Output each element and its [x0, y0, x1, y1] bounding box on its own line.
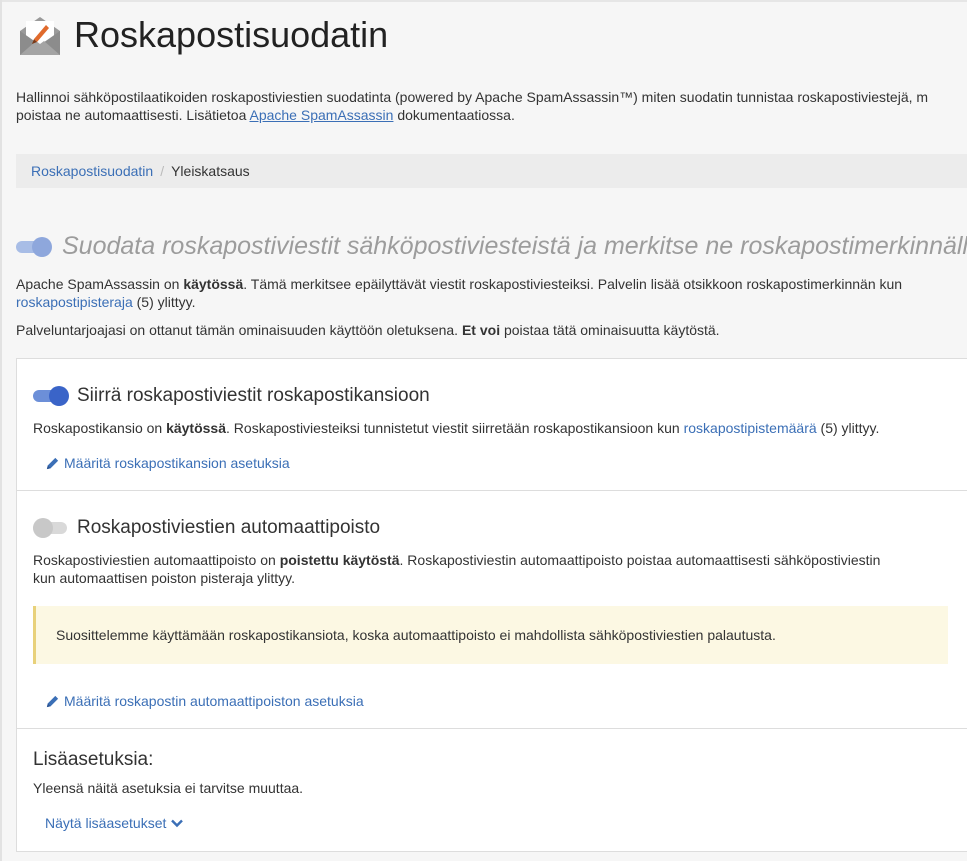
move-enabled-bold: käytössä [166, 420, 227, 436]
autodelete-warning-text: Suosittelemme käyttämään roskapostikansi… [56, 627, 776, 643]
pencil-icon [46, 457, 59, 469]
configure-spam-folder-label: Määritä roskapostikansion asetuksia [64, 455, 290, 471]
status-text-a: Apache SpamAssassin on [16, 276, 184, 292]
status-text-d: (5) ylittyy. [132, 294, 196, 310]
breadcrumb-current: Yleiskatsaus [171, 163, 250, 179]
breadcrumb-separator: / [160, 163, 165, 179]
configure-autodelete-link[interactable]: Määritä roskapostin automaattipoiston as… [45, 693, 364, 709]
settings-panel: Siirrä roskapostiviestit roskapostikansi… [16, 358, 967, 852]
intro-line-2-tail: dokumentaatiossa. [393, 107, 515, 123]
move-section-header: Siirrä roskapostiviestit roskapostikansi… [33, 385, 430, 407]
autodelete-toggle[interactable] [33, 518, 69, 538]
autodelete-section-header: Roskapostiviestien automaattipoisto [33, 517, 380, 539]
intro-line-2-text: poistaa ne automaattisesti. Lisätietoa [16, 107, 250, 123]
more-settings-text: Yleensä näitä asetuksia ei tarvitse muut… [33, 780, 304, 796]
toggle-knob [32, 236, 52, 257]
configure-autodelete-label: Määritä roskapostin automaattipoiston as… [64, 693, 364, 709]
move-to-folder-toggle[interactable] [33, 386, 69, 406]
autodelete-text-c: . Roskapostiviestin automaattipoisto poi… [399, 552, 881, 568]
toggle-knob [33, 518, 53, 538]
breadcrumb: Roskapostisuodatin / Yleiskatsaus [16, 154, 967, 188]
provider-text-c: poistaa tätä ominaisuutta käytöstä. [500, 322, 720, 338]
section-divider [17, 490, 967, 491]
autodelete-disabled-bold: poistettu käytöstä [279, 552, 400, 568]
provider-cannot-bold: Et voi [461, 322, 501, 338]
configure-spam-folder-link[interactable]: Määritä roskapostikansion asetuksia [45, 455, 290, 471]
page-title: Roskapostisuodatin [74, 14, 389, 55]
main-filter-heading: Suodata roskapostiviestit sähköpostivies… [62, 232, 967, 260]
left-divider [0, 0, 2, 861]
move-text-c: . Roskapostiviesteiksi tunnistetut viest… [226, 420, 684, 436]
intro-line-1: Hallinnoi sähköpostilaatikoiden roskapos… [16, 89, 929, 105]
autodelete-line-1: Roskapostiviestien automaattipoisto on p… [33, 551, 880, 569]
intro-line-2: poistaa ne automaattisesti. Lisätietoa A… [16, 106, 967, 124]
status-enabled-bold: käytössä [183, 276, 244, 292]
show-more-settings-link[interactable]: Näytä lisäasetukset [45, 815, 184, 831]
move-text-a: Roskapostikansio on [33, 420, 167, 436]
main-filter-toggle-row: Suodata roskapostiviestit sähköpostivies… [16, 232, 967, 261]
spamassassin-docs-link[interactable]: Apache SpamAssassin [249, 107, 393, 123]
move-text-d: (5) ylittyy. [816, 420, 880, 436]
spam-threshold-link[interactable]: roskapostipisteraja [16, 294, 133, 310]
pencil-icon [46, 695, 59, 707]
more-settings-title: Lisäasetuksia: [33, 749, 154, 770]
page-header: Roskapostisuodatin [16, 8, 388, 62]
status-line-2: roskapostipisteraja (5) ylittyy. [16, 293, 902, 311]
autodelete-text-a: Roskapostiviestien automaattipoisto on [33, 552, 280, 568]
envelope-pen-icon [20, 17, 60, 55]
section-divider [17, 728, 967, 729]
status-text-c: . Tämä merkitsee epäilyttävät viestit ro… [243, 276, 903, 292]
breadcrumb-root[interactable]: Roskapostisuodatin [31, 163, 153, 179]
provider-text-a: Palveluntarjoajasi on ottanut tämän omin… [16, 322, 462, 338]
move-section-text: Roskapostikansio on käytössä. Roskaposti… [33, 419, 879, 437]
intro-text: Hallinnoi sähköpostilaatikoiden roskapos… [16, 88, 967, 124]
top-divider [0, 0, 967, 2]
provider-paragraph: Palveluntarjoajasi on ottanut tämän omin… [16, 321, 720, 339]
autodelete-warning: Suosittelemme käyttämään roskapostikansi… [33, 606, 948, 664]
autodelete-section-title: Roskapostiviestien automaattipoisto [77, 517, 381, 538]
autodelete-line-2: kun automaattisen poiston pisteraja ylit… [33, 570, 295, 586]
status-line-1: Apache SpamAssassin on käytössä. Tämä me… [16, 275, 902, 293]
main-filter-toggle [16, 236, 52, 257]
show-more-settings-label: Näytä lisäasetukset [45, 815, 167, 831]
status-paragraph: Apache SpamAssassin on käytössä. Tämä me… [16, 275, 902, 311]
autodelete-section-text: Roskapostiviestien automaattipoisto on p… [33, 551, 880, 587]
chevron-down-icon [171, 819, 184, 828]
move-section-title: Siirrä roskapostiviestit roskapostikansi… [77, 385, 430, 406]
page: Roskapostisuodatin Hallinnoi sähköpostil… [0, 0, 967, 861]
toggle-knob [49, 386, 69, 406]
spam-score-link[interactable]: roskapostipistemäärä [684, 420, 817, 436]
